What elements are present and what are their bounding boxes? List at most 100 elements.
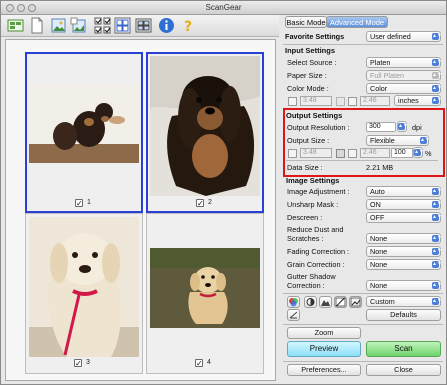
dropdown-arrow-icon: ▲▼ — [432, 188, 442, 195]
preview-button[interactable]: Preview — [287, 341, 361, 357]
tone-curve-icon[interactable] — [334, 296, 347, 308]
threshold-icon[interactable] — [287, 309, 300, 321]
input-size-icon — [288, 97, 297, 106]
dropdown-arrow-icon: ▲▼ — [432, 59, 442, 66]
thumbnail-4-checkbox[interactable]: ✓ — [195, 359, 203, 368]
color-mode-value: Color — [370, 84, 388, 93]
input-height-field[interactable]: 2.46 — [360, 96, 390, 106]
title-bar: ScanGear — [1, 1, 446, 15]
thumbnail-1-image — [29, 84, 139, 163]
close-button[interactable]: Close — [366, 364, 441, 376]
thumbnail-3-number: 3 — [86, 359, 90, 366]
multi-crop-icon[interactable] — [114, 17, 131, 34]
divider — [283, 44, 443, 45]
descreen-label: Descreen : — [287, 213, 323, 222]
thumbnail-1-checkbox[interactable]: ✓ — [75, 199, 83, 208]
thumbnail-view-icon[interactable] — [7, 17, 24, 34]
dropdown-arrow-icon: ▲▼ — [432, 72, 442, 79]
unit-dropdown[interactable]: inches ▲▼ — [394, 95, 442, 106]
dropdown-arrow-icon: ▲▼ — [432, 201, 442, 208]
zoom-button[interactable]: Zoom — [287, 327, 361, 339]
grain-correction-label: Grain Correction : — [287, 260, 345, 269]
dropdown-arrow-icon: ▲▼ — [432, 214, 442, 221]
divider — [283, 361, 443, 362]
dropdown-arrow-icon: ▲▼ — [432, 248, 442, 255]
unsharp-mask-label: Unsharp Mask : — [287, 200, 339, 209]
info-icon[interactable] — [158, 17, 175, 34]
divider — [283, 324, 443, 325]
final-review-icon[interactable] — [349, 296, 362, 308]
crop-image-icon[interactable] — [50, 17, 67, 34]
paper-size-label: Paper Size : — [287, 71, 327, 80]
window-title: ScanGear — [205, 3, 242, 12]
input-settings-heading: Input Settings — [285, 46, 335, 55]
tab-advanced-mode[interactable]: Advanced Mode — [326, 16, 388, 28]
input-width-field[interactable]: 3.48 — [300, 96, 332, 106]
gutter-shadow-value: None — [370, 281, 388, 290]
preset-dropdown[interactable]: Custom ▲▼ — [366, 296, 442, 307]
thumbnail-2-checkbox[interactable]: ✓ — [196, 199, 204, 208]
paper-size-dropdown[interactable]: Full Platen ▲▼ — [366, 70, 442, 81]
color-settings-icon[interactable] — [287, 296, 300, 308]
thumbnail-2-number: 2 — [208, 199, 212, 206]
select-all-icon[interactable] — [94, 17, 111, 34]
svg-text:?: ? — [184, 19, 192, 34]
help-icon[interactable]: ? — [179, 17, 196, 34]
thumbnail-4-number: 4 — [207, 359, 211, 366]
preview-area: ✓ 1 ✓ 2 ✓ 3 ✓ 4 — [5, 39, 276, 381]
image-adjustment-dropdown[interactable]: Auto ▲▼ — [366, 186, 442, 197]
thumbnail-2-image — [150, 56, 260, 196]
favorite-settings-value: User defined — [370, 32, 411, 41]
whole-image-icon[interactable] — [135, 17, 152, 34]
thumbnail-2[interactable]: ✓ 2 — [146, 52, 264, 213]
aspect-ratio-lock-icon[interactable] — [336, 97, 345, 106]
reduce-dust-dropdown[interactable]: None ▲▼ — [366, 233, 442, 244]
thumbnail-3[interactable]: ✓ 3 — [25, 213, 143, 374]
fading-correction-dropdown[interactable]: None ▲▼ — [366, 246, 442, 257]
dropdown-arrow-icon: ▲▼ — [432, 97, 442, 104]
fading-correction-label: Fading Correction : — [287, 247, 350, 256]
scangear-window: ScanGear ? ✓ 1 ✓ 2 ✓ 3 ✓ 4 Basic Mode Ad… — [0, 0, 447, 385]
unit-value: inches — [398, 96, 419, 105]
select-source-dropdown[interactable]: Platen ▲▼ — [366, 57, 442, 68]
thumbnail-3-checkbox[interactable]: ✓ — [74, 359, 82, 368]
clear-icon[interactable] — [28, 17, 45, 34]
select-source-label: Select Source : — [287, 58, 337, 67]
grain-correction-value: None — [370, 260, 388, 269]
paper-size-value: Full Platen — [370, 71, 404, 80]
tab-basic-mode[interactable]: Basic Mode — [285, 16, 327, 28]
toolbar: ? — [1, 15, 279, 37]
settings-panel: Basic Mode Advanced Mode Favorite Settin… — [282, 15, 446, 385]
divider — [283, 293, 443, 294]
thumbnail-4[interactable]: ✓ 4 — [146, 213, 264, 374]
unsharp-mask-dropdown[interactable]: ON ▲▼ — [366, 199, 442, 210]
reduce-dust-label-line2: Scratches : — [287, 234, 324, 243]
gutter-shadow-dropdown[interactable]: None ▲▼ — [366, 280, 442, 291]
preset-value: Custom — [370, 297, 395, 306]
preferences-button[interactable]: Preferences... — [287, 364, 361, 376]
reduce-dust-value: None — [370, 234, 388, 243]
thumbnail-1[interactable]: ✓ 1 — [25, 52, 143, 213]
thumbnail-3-image — [29, 217, 139, 357]
image-settings-heading: Image Settings — [286, 176, 340, 185]
thumbnail-1-number: 1 — [87, 199, 91, 206]
histogram-icon[interactable] — [319, 296, 332, 308]
fading-correction-value: None — [370, 247, 388, 256]
favorite-settings-dropdown[interactable]: User defined ▲▼ — [366, 31, 442, 42]
rotate-image-icon[interactable] — [70, 17, 87, 34]
image-adjustment-value: Auto — [370, 187, 385, 196]
descreen-value: OFF — [370, 213, 385, 222]
grain-correction-dropdown[interactable]: None ▲▼ — [366, 259, 442, 270]
dropdown-arrow-icon: ▲▼ — [432, 298, 442, 305]
dropdown-arrow-icon: ▲▼ — [432, 235, 442, 242]
dropdown-arrow-icon: ▲▼ — [432, 85, 442, 92]
image-adjustment-label: Image Adjustment : — [287, 187, 350, 196]
favorite-settings-label: Favorite Settings — [285, 32, 345, 41]
scan-button[interactable]: Scan — [366, 341, 441, 357]
brightness-contrast-icon[interactable] — [304, 296, 317, 308]
output-settings-highlight — [283, 108, 445, 177]
dropdown-arrow-icon: ▲▼ — [432, 33, 442, 40]
defaults-button[interactable]: Defaults — [366, 309, 441, 321]
descreen-dropdown[interactable]: OFF ▲▼ — [366, 212, 442, 223]
color-mode-dropdown[interactable]: Color ▲▼ — [366, 83, 442, 94]
